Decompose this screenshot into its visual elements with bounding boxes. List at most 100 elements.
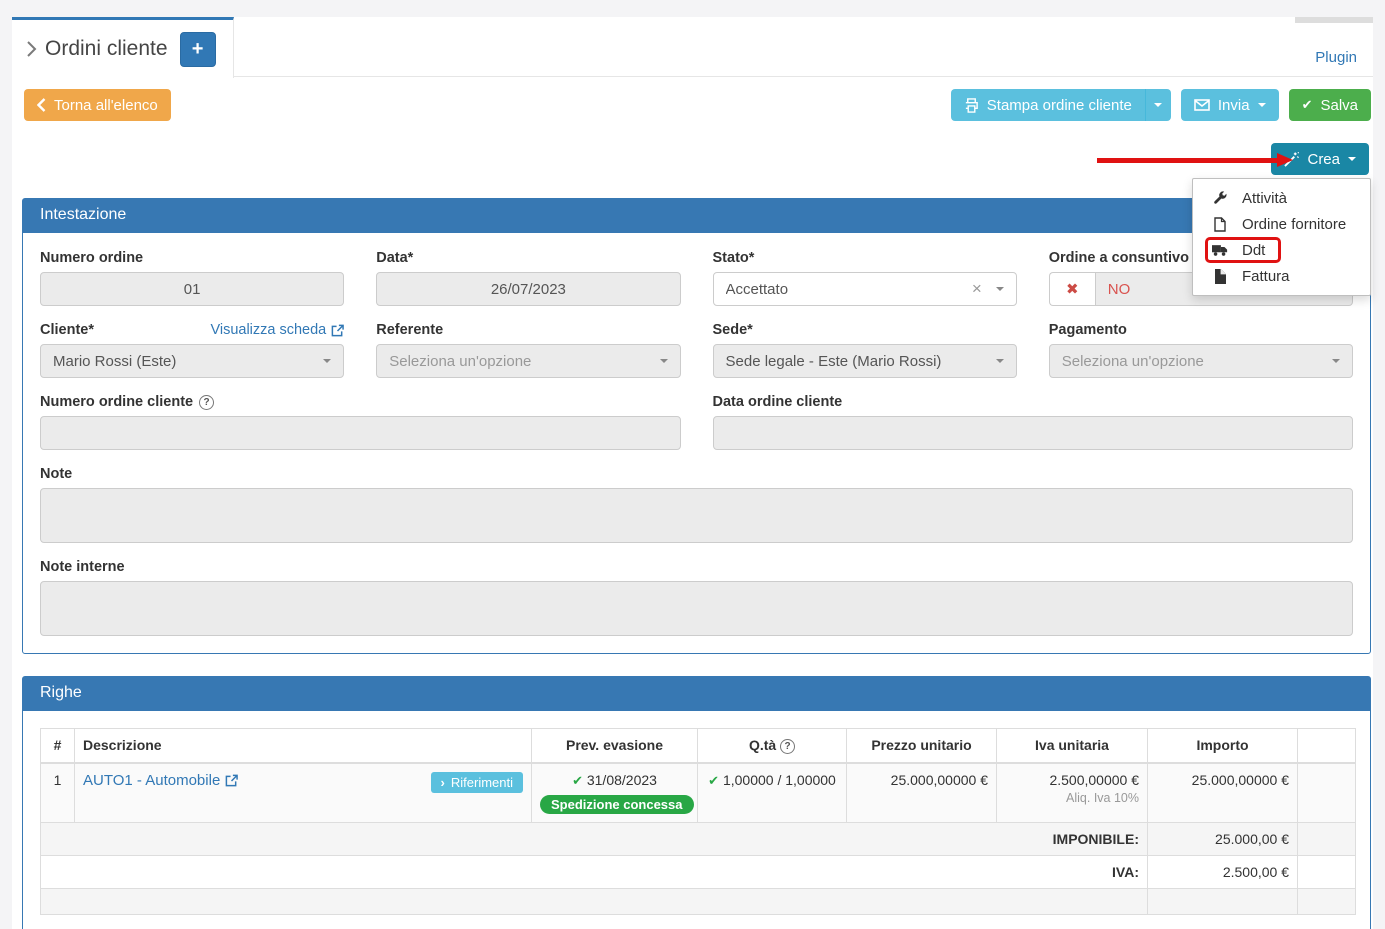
note-textarea — [40, 488, 1353, 543]
truck-icon — [1212, 244, 1228, 257]
question-circle-icon: ? — [780, 739, 795, 754]
field-note: Note — [40, 466, 1353, 543]
chevron-down-icon — [1332, 359, 1340, 363]
field-stato: Stato* Accettato × — [713, 250, 1017, 306]
chevron-left-icon — [37, 98, 46, 112]
back-to-list-button[interactable]: Torna all'elenco — [24, 89, 171, 121]
field-note-interne: Note interne — [40, 559, 1353, 636]
total-row-iva: IVA: 2.500,00 € — [41, 856, 1356, 889]
file-solid-icon — [1212, 269, 1228, 284]
clear-icon[interactable]: × — [972, 279, 982, 299]
righe-table: # Descrizione Prev. evasione Q.tà ? Prez… — [40, 728, 1356, 915]
menu-item-attivita[interactable]: Attività — [1193, 185, 1370, 211]
numero-ordine-input: 01 — [40, 272, 344, 306]
col-iva-unitaria: Iva unitaria — [997, 729, 1148, 764]
check-icon: ✔ — [708, 773, 719, 788]
col-actions — [1298, 729, 1356, 764]
pagamento-select: Seleziona un'opzione — [1049, 344, 1353, 378]
col-qta: Q.tà ? — [698, 729, 847, 764]
col-importo: Importo — [1148, 729, 1298, 764]
table-header-row: # Descrizione Prev. evasione Q.tà ? Prez… — [41, 729, 1356, 764]
times-icon: ✖ — [1049, 272, 1095, 306]
data-input: 26/07/2023 — [376, 272, 680, 306]
panel-intestazione-title: Intestazione — [23, 199, 1370, 233]
importo-cell: 25.000,00000 € — [1148, 763, 1298, 823]
toolbar-actions: Stampa ordine cliente Invia ✔ Salva — [951, 89, 1371, 121]
total-row-imponibile: IMPONIBILE: 25.000,00 € — [41, 823, 1356, 856]
add-order-button[interactable]: + — [180, 32, 216, 67]
chevron-down-icon — [996, 359, 1004, 363]
iva-cell: 2.500,00000 € Aliq. Iva 10% — [997, 763, 1148, 823]
check-icon: ✔ — [572, 773, 583, 788]
field-referente: Referente Seleziona un'opzione — [376, 322, 680, 378]
menu-item-fattura[interactable]: Fattura — [1193, 263, 1370, 289]
create-dropdown-menu: Attività Ordine fornitore Ddt Fattura — [1192, 178, 1371, 296]
stato-select[interactable]: Accettato × — [713, 272, 1017, 306]
create-row: Crea — [12, 143, 1371, 175]
prezzo-cell: 25.000,00000 € — [847, 763, 997, 823]
data-ordine-cliente-input — [713, 416, 1354, 450]
table-row: 1 AUTO1 - Automobile › — [41, 763, 1356, 823]
print-split-button: Stampa ordine cliente — [951, 89, 1171, 121]
referente-select: Seleziona un'opzione — [376, 344, 680, 378]
col-prezzo-unitario: Prezzo unitario — [847, 729, 997, 764]
cliente-select: Mario Rossi (Este) — [40, 344, 344, 378]
wrench-icon — [1212, 191, 1228, 205]
field-sede: Sede* Sede legale - Este (Mario Rossi) — [713, 322, 1017, 378]
sede-select: Sede legale - Este (Mario Rossi) — [713, 344, 1017, 378]
tab-bar: Ordini cliente + Plugin — [12, 17, 1373, 77]
panel-righe-title: Righe — [23, 677, 1370, 711]
article-link[interactable]: AUTO1 - Automobile — [83, 772, 238, 789]
field-data: Data* 26/07/2023 — [376, 250, 680, 306]
chevron-down-icon — [323, 359, 331, 363]
col-prev-evasione: Prev. evasione — [532, 729, 698, 764]
numero-ordine-cliente-input — [40, 416, 681, 450]
chevron-down-icon — [660, 359, 668, 363]
chevron-right-icon: › — [441, 775, 445, 790]
external-link-icon — [225, 774, 238, 787]
panel-intestazione: Intestazione Numero ordine 01 Data* 26/0… — [22, 198, 1371, 654]
field-data-ordine-cliente: Data ordine cliente — [713, 394, 1354, 450]
magic-wand-icon — [1284, 152, 1299, 167]
caret-down-icon — [1258, 103, 1266, 107]
page-title: Ordini cliente — [26, 37, 168, 61]
field-numero-ordine-cliente: Numero ordine cliente ? — [40, 394, 681, 450]
note-interne-textarea — [40, 581, 1353, 636]
send-button[interactable]: Invia — [1181, 89, 1279, 121]
panel-righe: Righe # Descrizione Prev. evasione Q.tà … — [22, 676, 1371, 929]
toolbar: Torna all'elenco Stampa ordine cliente — [12, 77, 1373, 121]
envelope-icon — [1194, 99, 1210, 111]
prev-evasione-cell: ✔ 31/08/2023 Spedizione concessa — [532, 763, 698, 823]
qta-cell: ✔ 1,00000 / 1,00000 — [698, 763, 847, 823]
print-order-button[interactable]: Stampa ordine cliente — [951, 89, 1145, 121]
plugin-link[interactable]: Plugin — [1315, 49, 1357, 66]
annotation-box: Ddt — [1205, 237, 1281, 263]
status-badge: Spedizione concessa — [540, 795, 694, 814]
tab-ordini-cliente[interactable]: Ordini cliente + — [12, 17, 234, 78]
menu-item-ddt[interactable]: Ddt — [1193, 237, 1370, 263]
printer-icon — [964, 98, 979, 113]
menu-item-ordine-fornitore[interactable]: Ordine fornitore — [1193, 211, 1370, 237]
chevron-down-icon — [996, 287, 1004, 291]
file-outline-icon — [1212, 217, 1228, 232]
field-cliente: Cliente* Visualizza scheda Mario Rossi (… — [40, 322, 344, 378]
aliquota-note: Aliq. Iva 10% — [1005, 791, 1139, 805]
external-link-icon — [331, 324, 344, 337]
caret-down-icon — [1348, 157, 1356, 161]
content-card: Ordini cliente + Plugin Torna all'elenco… — [12, 17, 1373, 929]
row-number: 1 — [41, 763, 75, 823]
total-row-partial — [41, 889, 1356, 915]
caret-down-icon — [1154, 103, 1162, 107]
field-numero-ordine: Numero ordine 01 — [40, 250, 344, 306]
chevron-right-icon — [26, 40, 37, 58]
col-descrizione: Descrizione — [75, 729, 532, 764]
riferimenti-button[interactable]: › Riferimenti — [431, 772, 523, 793]
check-icon: ✔ — [1302, 97, 1313, 113]
save-button[interactable]: ✔ Salva — [1289, 89, 1371, 121]
question-circle-icon: ? — [199, 395, 214, 410]
field-pagamento: Pagamento Seleziona un'opzione — [1049, 322, 1353, 378]
visualizza-scheda-link[interactable]: Visualizza scheda — [210, 322, 344, 338]
annotation-arrow — [1097, 153, 1293, 167]
print-dropdown-toggle[interactable] — [1145, 89, 1171, 121]
create-button[interactable]: Crea — [1271, 143, 1369, 175]
